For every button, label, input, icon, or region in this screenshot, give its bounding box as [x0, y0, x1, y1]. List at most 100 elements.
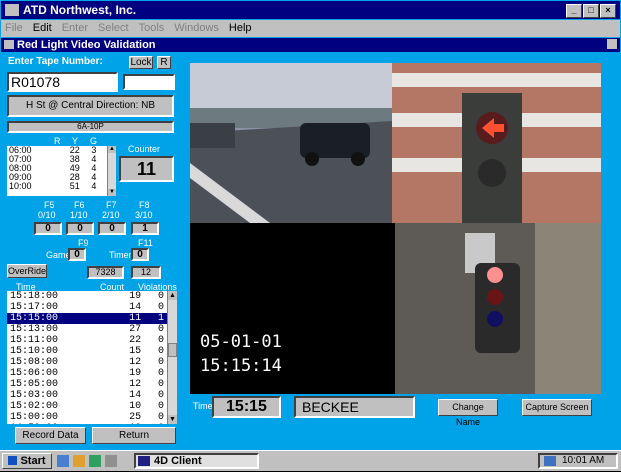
r-button[interactable]: R [157, 56, 171, 69]
camera-view-closeup [395, 223, 601, 394]
row-count: 12 [129, 357, 142, 368]
location-display: H St @ Central Direction: NB [7, 95, 174, 117]
list-row[interactable]: 15:08:00 12 0 [7, 357, 167, 368]
window-title: ATD Northwest, Inc. [23, 3, 137, 17]
row-violations: 0 [157, 368, 164, 379]
f8-value: 1 [131, 222, 159, 235]
return-button[interactable]: Return [92, 427, 176, 444]
override-button[interactable]: OverRide [7, 264, 47, 278]
menu-file[interactable]: File [5, 22, 23, 34]
app-logo-icon [5, 4, 19, 16]
time-label: Time [193, 401, 213, 411]
list-row[interactable]: 15:05:00 12 0 [7, 379, 167, 390]
menu-tools[interactable]: Tools [139, 22, 165, 34]
row-violations: 0 [157, 291, 164, 302]
browser-icon[interactable] [73, 455, 85, 467]
row-time: 15:10:00 [10, 346, 59, 357]
row-count: 25 [129, 412, 142, 423]
list-row[interactable]: 15:03:00 14 0 [7, 390, 167, 401]
r-header: R [54, 136, 61, 146]
ryg-scrollbar[interactable]: ▲ ▼ [107, 146, 116, 196]
scroll-up-icon[interactable]: ▲ [108, 146, 116, 153]
tray-icon[interactable] [544, 456, 556, 466]
counter-display: 11 [119, 156, 174, 182]
scroll-down-icon[interactable]: ▼ [108, 189, 116, 196]
signal-scene-image [392, 63, 601, 223]
row-violations: 0 [157, 357, 164, 368]
f5-value: 0 [34, 222, 62, 235]
lock-button[interactable]: Lock [129, 56, 153, 69]
list-row[interactable]: 15:10:00 15 0 [7, 346, 167, 357]
list-row[interactable]: 15:18:00 19 0 [7, 291, 167, 302]
menu-edit[interactable]: Edit [33, 22, 52, 34]
time-display: 15:15 [212, 396, 281, 418]
timer-label: Timer [109, 250, 132, 260]
camera-view-street [190, 63, 392, 223]
row-time: 15:02:00 [10, 401, 59, 412]
row-time: 15:06:00 [10, 368, 59, 379]
desktop-icon[interactable] [57, 455, 69, 467]
row-time: 15:15:00 [7, 313, 110, 324]
list-row[interactable]: 15:06:00 19 0 [7, 368, 167, 379]
tape-extra-input[interactable] [123, 74, 175, 90]
row-time: 15:17:00 [10, 302, 59, 313]
override-count-display: 12 [131, 266, 161, 279]
list-row[interactable]: 14:58:00190 [7, 423, 167, 424]
row-violations: 0 [157, 390, 164, 401]
row-violations: 0 [157, 412, 164, 423]
list-row[interactable]: 15:13:00 27 0 [7, 324, 167, 335]
start-button[interactable]: Start [2, 453, 52, 469]
capture-screen-button[interactable]: Capture Screen [522, 399, 592, 416]
menu-help[interactable]: Help [229, 22, 252, 34]
close-icon[interactable]: × [600, 4, 616, 18]
subwindow-title-bar: Red Light Video Validation [1, 38, 620, 52]
row-count: 10 [129, 401, 142, 412]
street-scene-image [190, 63, 392, 223]
row-time: 15:13:00 [10, 324, 59, 335]
menu-enter[interactable]: Enter [62, 22, 88, 34]
row-time: 15:18:00 [10, 291, 59, 302]
scroll-up-icon[interactable]: ▲ [168, 291, 177, 300]
row-count: 15 [129, 346, 142, 357]
video-time: 15:15:14 [200, 356, 282, 376]
list-row[interactable]: 15:11:00 22 0 [7, 335, 167, 346]
interval-list-scrollbar[interactable]: ▲ ▼ [167, 291, 177, 424]
ryg-r: 51 [69, 181, 80, 191]
list-row[interactable]: 15:02:00 10 0 [7, 401, 167, 412]
row-violations: 0 [144, 423, 167, 424]
ryg-row[interactable]: 10:005140 [7, 182, 115, 191]
tape-number-input[interactable]: R01078 [7, 72, 118, 92]
row-time: 15:08:00 [10, 357, 59, 368]
minimize-icon[interactable]: _ [566, 4, 582, 18]
list-row[interactable]: 15:00:00 25 0 [7, 412, 167, 423]
menu-windows[interactable]: Windows [174, 22, 219, 34]
row-count: 22 [129, 335, 142, 346]
ryg-table: 06:002230 07:003840 08:004940 09:002840 … [7, 146, 115, 196]
list-row[interactable]: 15:17:00 14 0 [7, 302, 167, 313]
scroll-thumb[interactable] [168, 343, 177, 357]
timestamp-panel: 05-01-01 15:15:14 [190, 223, 395, 394]
camera-view-signal [392, 63, 601, 223]
app-icon[interactable] [105, 455, 117, 467]
timer-value: 0 [131, 248, 149, 261]
change-name-button[interactable]: Change Name [438, 399, 498, 427]
video-date: 05-01-01 [200, 332, 282, 352]
f7-label: F7 [106, 200, 117, 210]
row-time: 15:05:00 [10, 379, 59, 390]
row-violations: 0 [157, 401, 164, 412]
scroll-down-icon[interactable]: ▼ [168, 415, 177, 424]
task-4d-client[interactable]: 4D Client [134, 453, 259, 469]
interval-list[interactable]: 15:18:00 19 0 15:17:00 14 0 15:15:00 11 1 15:13:0… [7, 291, 176, 424]
f11-label: F11 [138, 238, 153, 248]
subwindow-close-icon[interactable] [607, 39, 617, 49]
list-row[interactable]: 15:15:00 11 1 [7, 313, 167, 324]
period-display: 6A-10P [7, 121, 174, 133]
maximize-icon[interactable]: □ [583, 4, 599, 18]
f8-ratio: 3/10 [135, 210, 153, 220]
record-data-button[interactable]: Record Data [15, 427, 86, 444]
menu-bar: File Edit Enter Select Tools Windows Help [1, 20, 620, 37]
menu-select[interactable]: Select [98, 22, 129, 34]
explorer-icon[interactable] [89, 455, 101, 467]
total-count-display: 7328 [87, 266, 124, 279]
row-count: 14 [129, 390, 142, 401]
